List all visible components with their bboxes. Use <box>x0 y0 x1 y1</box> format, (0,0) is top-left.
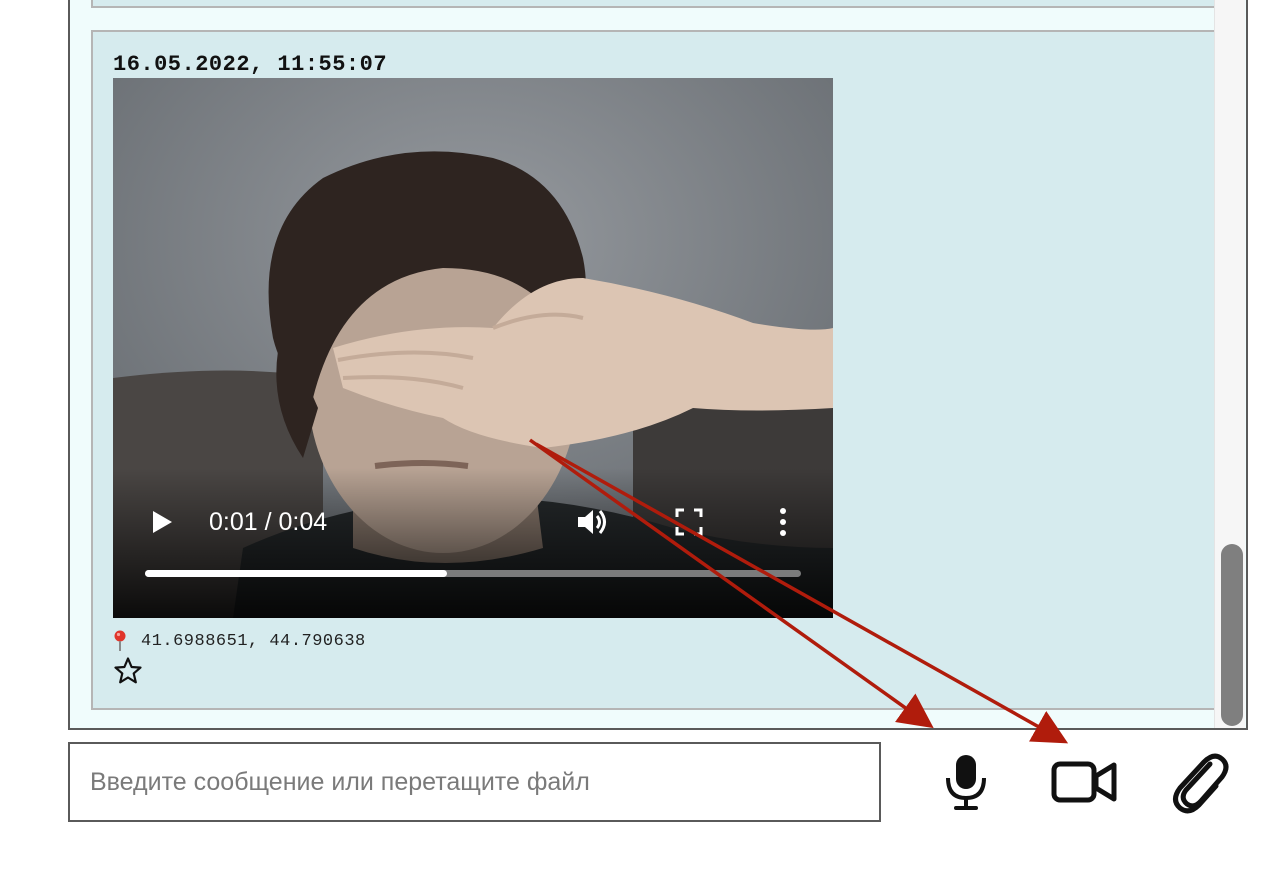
controls-overlay <box>113 468 833 618</box>
video-player[interactable]: 0:01 / 0:04 <box>113 78 833 618</box>
previous-message-card <box>91 0 1227 8</box>
paperclip-icon[interactable] <box>1170 750 1230 814</box>
location-row: 41.6988651, 44.790638 <box>113 630 366 652</box>
scrollbar-thumb[interactable] <box>1221 544 1243 726</box>
message-input[interactable] <box>68 742 881 822</box>
video-message-card: 16.05.2022, 11:55:07 0:01 / 0:04 41.6988… <box>91 30 1227 710</box>
fullscreen-icon[interactable] <box>675 508 703 536</box>
chat-messages-panel[interactable]: 16.05.2022, 11:55:07 0:01 / 0:04 41.6988… <box>68 0 1248 730</box>
location-coordinates: 41.6988651, 44.790638 <box>141 631 366 651</box>
volume-icon[interactable] <box>575 506 611 538</box>
message-timestamp: 16.05.2022, 11:55:07 <box>113 52 388 77</box>
microphone-icon[interactable] <box>942 752 990 812</box>
star-outline-icon[interactable] <box>113 656 143 686</box>
map-pin-icon <box>114 630 126 651</box>
video-camera-icon[interactable] <box>1050 758 1120 806</box>
play-icon[interactable] <box>149 508 175 536</box>
video-progress-fill <box>145 570 447 577</box>
video-progress-bar[interactable] <box>145 570 801 577</box>
video-time-display: 0:01 / 0:04 <box>209 508 328 536</box>
more-vertical-icon[interactable] <box>777 506 789 538</box>
